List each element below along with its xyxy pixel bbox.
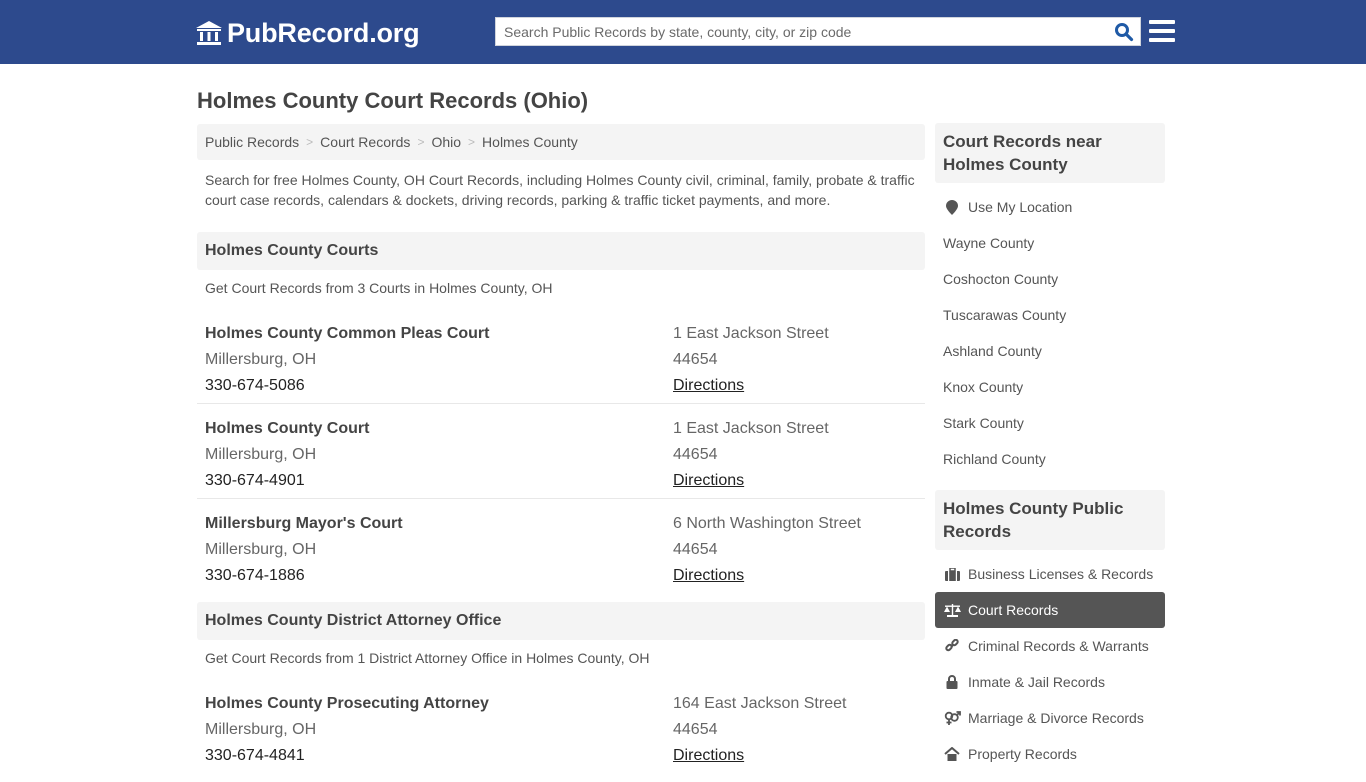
map-marker-icon xyxy=(943,199,961,215)
court-city: Millersburg, OH xyxy=(205,446,317,463)
court-entry: Millersburg Mayor's Court Millersburg, O… xyxy=(197,499,925,594)
nearby-county-link[interactable]: Ashland County xyxy=(935,333,1165,369)
top-navbar: PubRecord.org xyxy=(0,0,1366,64)
section-subtitle: Get Court Records from 1 District Attorn… xyxy=(205,650,650,666)
courthouse-icon xyxy=(196,21,222,45)
use-my-location-button[interactable]: Use My Location xyxy=(935,189,1165,225)
office-city: Millersburg, OH xyxy=(205,721,317,738)
court-zip: 44654 xyxy=(673,446,718,463)
court-address: 1 East Jackson Street xyxy=(673,325,829,342)
sidebar-item-business-licenses[interactable]: Business Licenses & Records xyxy=(935,556,1165,592)
court-entry: Holmes County Common Pleas Court Millers… xyxy=(197,309,925,404)
court-zip: 44654 xyxy=(673,541,718,558)
sidebar-item-label: Property Records xyxy=(968,746,1077,762)
sidebar: Court Records near Holmes County Use My … xyxy=(935,123,1165,782)
search-icon xyxy=(1115,22,1134,41)
hamburger-menu-icon[interactable] xyxy=(1149,18,1175,44)
briefcase-icon xyxy=(943,566,961,582)
link-icon xyxy=(943,638,961,654)
sidebar-item-property-records[interactable]: Property Records xyxy=(935,736,1165,772)
search-input[interactable] xyxy=(496,18,1108,45)
lock-icon xyxy=(943,674,961,690)
directions-link[interactable]: Directions xyxy=(673,567,744,584)
gender-icon xyxy=(943,710,961,726)
courts-section: Holmes County Courts Get Court Records f… xyxy=(197,232,925,594)
directions-link[interactable]: Directions xyxy=(673,747,744,764)
breadcrumb-court-records[interactable]: Court Records xyxy=(320,134,410,150)
sidebar-item-label: Court Records xyxy=(968,602,1059,618)
public-records-heading: Holmes County Public Records xyxy=(935,490,1165,550)
court-name: Millersburg Mayor's Court xyxy=(205,515,403,532)
breadcrumb-separator: > xyxy=(468,135,476,149)
nearby-county-link[interactable]: Stark County xyxy=(935,405,1165,441)
breadcrumb-separator: > xyxy=(417,135,425,149)
page-title: Holmes County Court Records (Ohio) xyxy=(197,88,589,113)
site-logo[interactable]: PubRecord.org xyxy=(195,17,420,49)
breadcrumb-ohio[interactable]: Ohio xyxy=(431,134,461,150)
nearby-county-link[interactable]: Richland County xyxy=(935,441,1165,477)
nearby-county-link[interactable]: Coshocton County xyxy=(935,261,1165,297)
nearby-heading: Court Records near Holmes County xyxy=(935,123,1165,183)
search-bar xyxy=(495,17,1141,46)
sidebar-item-marriage-records[interactable]: Marriage & Divorce Records xyxy=(935,700,1165,736)
nearby-county-link[interactable]: Wayne County xyxy=(935,225,1165,261)
nearby-county-link[interactable]: Knox County xyxy=(935,369,1165,405)
nearby-list: Use My Location Wayne County Coshocton C… xyxy=(935,183,1165,487)
sidebar-item-inmate-records[interactable]: Inmate & Jail Records xyxy=(935,664,1165,700)
court-address: 1 East Jackson Street xyxy=(673,420,829,437)
attorney-entry: Holmes County Prosecuting Attorney Mille… xyxy=(197,679,925,774)
directions-link[interactable]: Directions xyxy=(673,472,744,489)
breadcrumb-holmes-county[interactable]: Holmes County xyxy=(482,134,578,150)
court-phone[interactable]: 330-674-4901 xyxy=(205,468,673,494)
search-button[interactable] xyxy=(1108,18,1140,45)
breadcrumb: Public Records > Court Records > Ohio > … xyxy=(197,124,925,160)
menu-bar xyxy=(1149,20,1175,24)
nearby-county-link[interactable]: Tuscarawas County xyxy=(935,297,1165,333)
office-name: Holmes County Prosecuting Attorney xyxy=(205,695,489,712)
sidebar-item-criminal-records[interactable]: Criminal Records & Warrants xyxy=(935,628,1165,664)
court-name: Holmes County Court xyxy=(205,420,370,437)
logo-text: PubRecord.org xyxy=(227,17,420,48)
breadcrumb-public-records[interactable]: Public Records xyxy=(205,134,299,150)
directions-link[interactable]: Directions xyxy=(673,377,744,394)
scales-icon xyxy=(943,602,961,618)
office-zip: 44654 xyxy=(673,721,718,738)
section-heading: Holmes County Courts xyxy=(197,232,925,270)
breadcrumb-separator: > xyxy=(306,135,314,149)
district-attorney-section: Holmes County District Attorney Office G… xyxy=(197,602,925,774)
menu-bar xyxy=(1149,38,1175,42)
section-heading: Holmes County District Attorney Office xyxy=(197,602,925,640)
sidebar-item-label: Business Licenses & Records xyxy=(968,566,1154,582)
office-address: 164 East Jackson Street xyxy=(673,695,847,712)
office-phone[interactable]: 330-674-4841 xyxy=(205,743,673,769)
main-content: Public Records > Court Records > Ohio > … xyxy=(197,124,925,774)
court-phone[interactable]: 330-674-5086 xyxy=(205,373,673,399)
menu-bar xyxy=(1149,29,1175,33)
house-icon xyxy=(943,746,961,762)
court-name: Holmes County Common Pleas Court xyxy=(205,325,490,342)
sidebar-item-court-records[interactable]: Court Records xyxy=(935,592,1165,628)
sidebar-item-label: Inmate & Jail Records xyxy=(968,674,1105,690)
court-city: Millersburg, OH xyxy=(205,541,317,558)
court-address: 6 North Washington Street xyxy=(673,515,861,532)
court-phone[interactable]: 330-674-1886 xyxy=(205,563,673,589)
sidebar-item-label: Marriage & Divorce Records xyxy=(968,710,1144,726)
intro-text: Search for free Holmes County, OH Court … xyxy=(205,172,915,208)
sidebar-item-label: Criminal Records & Warrants xyxy=(968,638,1149,654)
court-zip: 44654 xyxy=(673,351,718,368)
use-my-location-label: Use My Location xyxy=(968,199,1073,215)
public-records-list: Business Licenses & Records Court Record… xyxy=(935,550,1165,782)
court-city: Millersburg, OH xyxy=(205,351,317,368)
section-subtitle: Get Court Records from 3 Courts in Holme… xyxy=(205,280,553,296)
court-entry: Holmes County Court Millersburg, OH 330-… xyxy=(197,404,925,499)
